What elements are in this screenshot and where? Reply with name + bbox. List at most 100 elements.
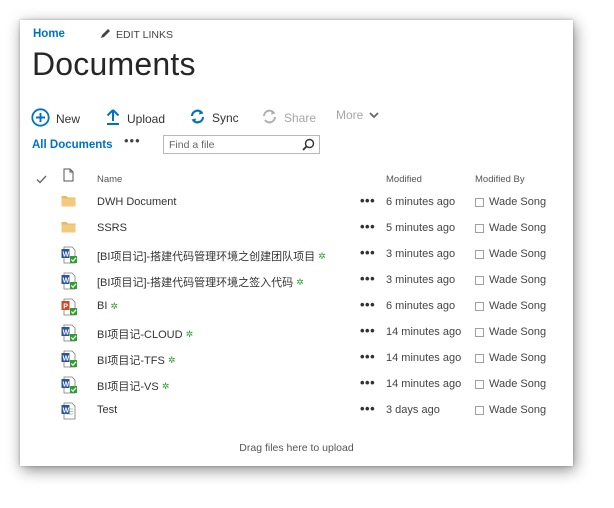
modified-time: 3 minutes ago: [386, 248, 456, 260]
modified-time: 5 minutes ago: [386, 222, 456, 234]
presence-indicator-icon: [475, 353, 484, 363]
item-more-options-button[interactable]: •••: [360, 297, 375, 312]
word-document-icon: W: [61, 272, 78, 295]
svg-text:W: W: [63, 330, 70, 337]
modified-by-link[interactable]: Wade Song: [489, 222, 546, 234]
word-document-icon: W: [61, 246, 78, 269]
file-row[interactable]: W BI项目记-TFS ✲ ••• 14 minutes ago Wade Song: [20, 346, 573, 372]
powerpoint-document-icon: P: [61, 298, 78, 321]
search-input[interactable]: Find a file: [169, 139, 215, 151]
file-name-link[interactable]: BI项目记-VS ✲: [97, 378, 169, 394]
new-item-icon: ✲: [296, 276, 304, 287]
file-name-link[interactable]: SSRS: [97, 222, 127, 234]
file-name-text: BI项目记-VS: [97, 381, 159, 393]
svg-text:P: P: [63, 304, 68, 311]
file-name-link[interactable]: BI项目记-CLOUD ✲: [97, 326, 193, 342]
search-icon[interactable]: [302, 138, 315, 156]
file-name-link[interactable]: [BI项目记]-搭建代码管理环境之签入代码 ✲: [97, 274, 304, 290]
upload-button[interactable]: Upload: [105, 108, 165, 129]
share-icon: [261, 108, 278, 128]
folder-icon: [61, 194, 76, 212]
file-row[interactable]: W [BI项目记]-搭建代码管理环境之签入代码 ✲ ••• 3 minutes ago W…: [20, 268, 573, 294]
document-library-panel: Home EDIT LINKS Documents New Upload Syn…: [20, 20, 573, 466]
share-button[interactable]: Share: [261, 108, 316, 128]
folder-icon: [61, 220, 76, 238]
modified-by-cell: Wade Song: [475, 378, 546, 390]
presence-indicator-icon: [475, 379, 484, 389]
modified-time: 14 minutes ago: [386, 378, 462, 390]
file-row[interactable]: W BI项目记-VS ✲ ••• 14 minutes ago Wade Song: [20, 372, 573, 398]
file-name-link[interactable]: BI项目记-TFS ✲: [97, 352, 175, 368]
file-row[interactable]: DWH Document ••• 6 minutes ago Wade Song: [20, 190, 573, 216]
modified-by-link[interactable]: Wade Song: [489, 326, 546, 338]
item-more-options-button[interactable]: •••: [360, 323, 375, 338]
item-more-options-button[interactable]: •••: [360, 245, 375, 260]
modified-by-cell: Wade Song: [475, 196, 546, 208]
item-more-options-button[interactable]: •••: [360, 375, 375, 390]
edit-links-button[interactable]: EDIT LINKS: [100, 28, 173, 42]
svg-text:W: W: [63, 408, 70, 415]
modified-time: 6 minutes ago: [386, 196, 456, 208]
more-button[interactable]: More: [336, 108, 379, 122]
file-row[interactable]: W [BI项目记]-搭建代码管理环境之创建团队项目 ✲ ••• 3 minutes ag…: [20, 242, 573, 268]
item-more-options-button[interactable]: •••: [360, 219, 375, 234]
new-item-icon: ✲: [318, 250, 326, 261]
item-more-options-button[interactable]: •••: [360, 401, 375, 416]
file-row[interactable]: W BI项目记-CLOUD ✲ ••• 14 minutes ago Wade Song: [20, 320, 573, 346]
modified-by-link[interactable]: Wade Song: [489, 300, 546, 312]
new-item-icon: ✲: [161, 380, 170, 391]
modified-by-link[interactable]: Wade Song: [489, 352, 546, 364]
svg-text:W: W: [63, 382, 70, 389]
column-header-modified-by[interactable]: Modified By: [475, 174, 525, 185]
file-name-text: [BI项目记]-搭建代码管理环境之创建团队项目: [97, 251, 316, 263]
view-all-documents[interactable]: All Documents: [32, 139, 113, 151]
pencil-icon: [100, 28, 111, 42]
modified-by-link[interactable]: Wade Song: [489, 378, 546, 390]
file-name-link[interactable]: DWH Document: [97, 196, 176, 208]
svg-text:W: W: [63, 278, 70, 285]
file-name-text: DWH Document: [97, 196, 177, 208]
file-name-link[interactable]: [BI项目记]-搭建代码管理环境之创建团队项目 ✲: [97, 248, 326, 264]
new-button[interactable]: New: [31, 108, 80, 130]
file-name-text: SSRS: [97, 222, 127, 234]
file-name-link[interactable]: BI ✲: [97, 300, 118, 312]
svg-text:W: W: [63, 356, 70, 363]
modified-by-link[interactable]: Wade Song: [489, 404, 546, 416]
modified-by-link[interactable]: Wade Song: [489, 274, 546, 286]
upload-label: Upload: [127, 111, 166, 126]
item-more-options-button[interactable]: •••: [360, 271, 375, 286]
file-row[interactable]: W Test ••• 3 days ago Wade Song: [20, 398, 573, 424]
modified-by-cell: Wade Song: [475, 404, 546, 416]
drag-upload-hint: Drag files here to upload: [239, 442, 354, 454]
new-label: New: [56, 112, 81, 126]
plus-circle-icon: [31, 108, 50, 130]
column-header-modified[interactable]: Modified: [386, 174, 422, 185]
item-more-options-button[interactable]: •••: [360, 349, 375, 364]
file-name-text: [BI项目记]-搭建代码管理环境之签入代码: [97, 277, 294, 289]
presence-indicator-icon: [475, 327, 484, 337]
word-document-icon: W: [61, 324, 78, 347]
file-row[interactable]: P BI ✲ ••• 6 minutes ago Wade Song: [20, 294, 573, 320]
modified-by-cell: Wade Song: [475, 352, 546, 364]
nav-home-link[interactable]: Home: [33, 28, 65, 40]
file-row[interactable]: SSRS ••• 5 minutes ago Wade Song: [20, 216, 573, 242]
word-document-icon: W: [61, 402, 78, 425]
sync-button[interactable]: Sync: [189, 108, 239, 128]
sync-label: Sync: [212, 111, 239, 125]
new-item-icon: ✲: [185, 328, 194, 339]
search-box[interactable]: Find a file: [163, 135, 320, 154]
item-more-options-button[interactable]: •••: [360, 193, 375, 208]
modified-by-cell: Wade Song: [475, 300, 546, 312]
word-document-icon: W: [61, 376, 78, 399]
svg-text:W: W: [63, 252, 70, 259]
file-name-link[interactable]: Test: [97, 404, 117, 416]
view-options-button[interactable]: •••: [124, 133, 141, 148]
presence-indicator-icon: [475, 405, 484, 415]
edit-links-label: EDIT LINKS: [116, 29, 173, 41]
modified-by-link[interactable]: Wade Song: [489, 248, 546, 260]
upload-arrow-icon: [105, 108, 121, 129]
modified-by-link[interactable]: Wade Song: [489, 196, 546, 208]
select-all-check-icon[interactable]: [36, 171, 47, 189]
modified-time: 14 minutes ago: [386, 326, 462, 338]
column-header-name[interactable]: Name: [97, 174, 122, 185]
